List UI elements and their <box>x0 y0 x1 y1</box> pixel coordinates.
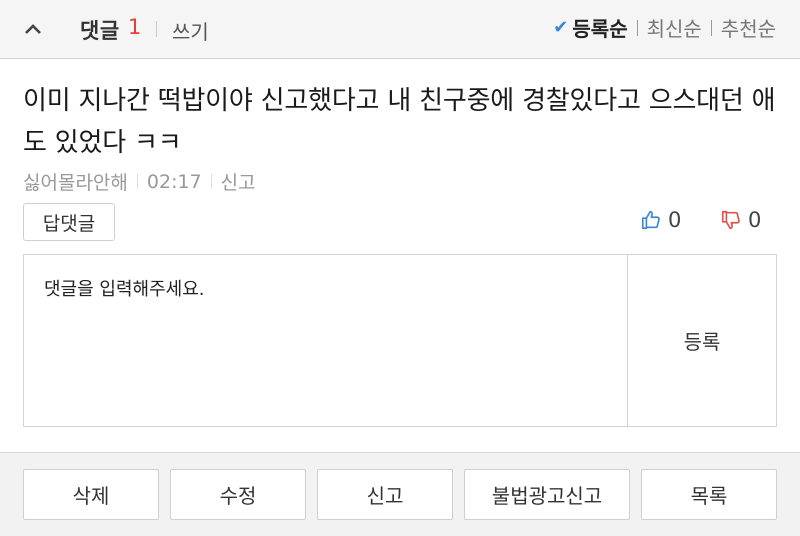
report-button[interactable]: 신고 <box>317 469 453 520</box>
divider <box>136 174 138 189</box>
thumbs-up-icon <box>641 210 660 230</box>
dislike-count: 0 <box>748 208 762 232</box>
comment-input[interactable] <box>24 255 627 426</box>
comment-body: 이미 지나간 떡밥이야 신고했다고 내 친구중에 경찰있다고 으스대던 애도 있… <box>23 86 776 158</box>
divider <box>636 19 638 36</box>
delete-button[interactable]: 삭제 <box>23 469 159 520</box>
edit-button[interactable]: 수정 <box>170 469 306 520</box>
report-illegal-ad-button[interactable]: 불법광고신고 <box>464 469 630 520</box>
sort-by-recommended[interactable]: 추천순 <box>721 13 776 42</box>
divider <box>710 19 712 36</box>
reply-form: 등록 <box>23 254 777 427</box>
like-count: 0 <box>668 208 682 232</box>
sort-by-latest[interactable]: 최신순 <box>647 13 702 42</box>
sort-options: ✔ 등록순 최신순 추천순 <box>553 13 776 42</box>
comment-header: 댓글 1 쓰기 ✔ 등록순 최신순 추천순 <box>0 0 800 59</box>
submit-comment-button[interactable]: 등록 <box>627 255 776 426</box>
list-button[interactable]: 목록 <box>641 469 777 520</box>
comment-meta: 싫어몰라안해 02:17 신고 <box>23 168 256 195</box>
comment-author[interactable]: 싫어몰라안해 <box>23 168 128 195</box>
comment-count: 1 <box>128 15 142 39</box>
thumbs-down-icon <box>721 210 740 230</box>
dislike-button[interactable]: 0 <box>720 208 761 232</box>
report-comment-link[interactable]: 신고 <box>221 168 256 195</box>
write-comment-link[interactable]: 쓰기 <box>172 16 209 45</box>
comments-title: 댓글 <box>80 19 120 43</box>
comment-time: 02:17 <box>146 170 202 193</box>
footer-action-bar: 삭제 수정 신고 불법광고신고 목록 <box>0 452 800 536</box>
checkmark-icon: ✔ <box>553 17 569 38</box>
like-button[interactable]: 0 <box>640 208 681 232</box>
divider <box>210 174 212 189</box>
reply-button[interactable]: 답댓글 <box>23 203 115 241</box>
divider <box>156 21 157 37</box>
chevron-up-icon[interactable] <box>20 16 46 42</box>
sort-by-registered[interactable]: 등록순 <box>572 13 627 42</box>
